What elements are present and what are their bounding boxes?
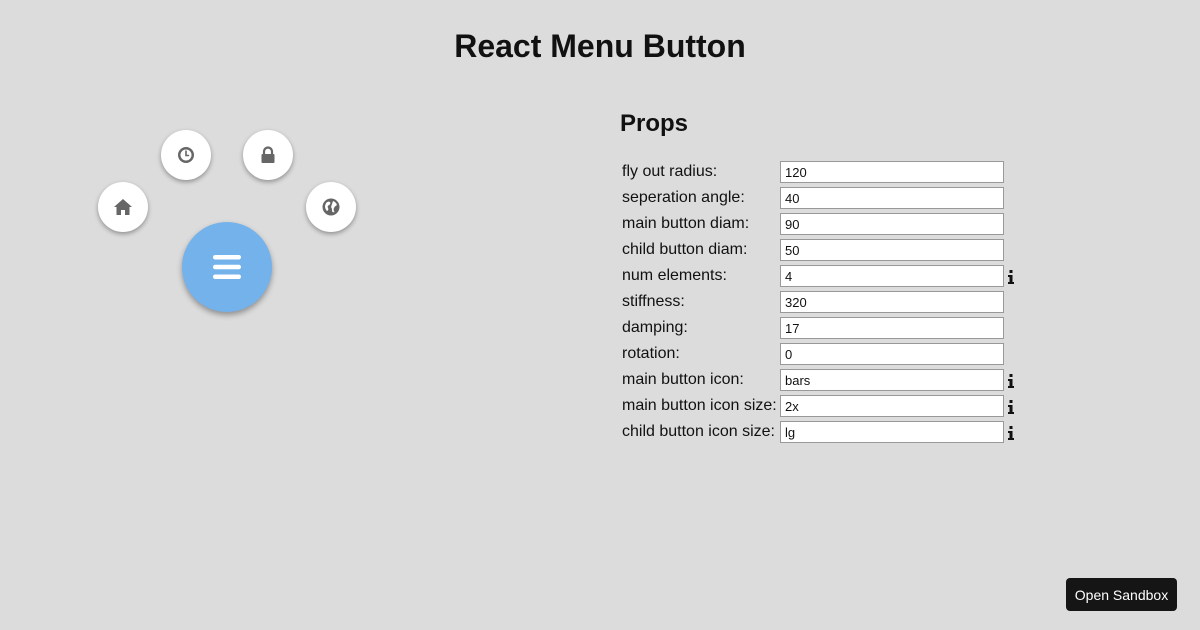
child-button-home[interactable] [98,182,148,232]
prop-label: main button icon: [622,371,744,388]
child-button-icon-size-input[interactable] [780,421,1004,443]
prop-label: damping: [622,319,688,336]
info-icon[interactable] [1008,426,1014,440]
num-elements-input[interactable] [780,265,1004,287]
globe-icon [322,198,340,216]
damping-input[interactable] [780,317,1004,339]
rotation-input[interactable] [780,343,1004,365]
main-menu-button[interactable] [182,222,272,312]
page-title: React Menu Button [454,28,746,64]
child-button-clock[interactable] [161,130,211,180]
prop-label: child button icon size: [622,423,775,440]
prop-label: stiffness: [622,293,685,310]
prop-label: main button diam: [622,215,750,232]
prop-label: main button icon size: [622,397,777,414]
info-icon[interactable] [1008,400,1014,414]
fly-out-radius-input[interactable] [780,161,1004,183]
info-icon[interactable] [1008,270,1014,284]
open-sandbox-button[interactable]: Open Sandbox [1066,578,1177,611]
prop-label: num elements: [622,267,727,284]
main-button-diam-input[interactable] [780,213,1004,235]
home-icon [114,199,132,215]
prop-label: fly out radius: [622,163,718,180]
main-button-icon-size-input[interactable] [780,395,1004,417]
clock-icon [178,147,194,163]
props-heading: Props [620,110,689,137]
bars-icon [213,255,241,279]
main-button-icon-input[interactable] [780,369,1004,391]
child-button-diam-input[interactable] [780,239,1004,261]
seperation-angle-input[interactable] [780,187,1004,209]
prop-label: child button diam: [622,241,748,258]
stiffness-input[interactable] [780,291,1004,313]
child-button-lock[interactable] [243,130,293,180]
prop-label: rotation: [622,345,680,362]
info-icon[interactable] [1008,374,1014,388]
lock-icon [261,146,275,163]
prop-label: seperation angle: [622,189,745,206]
child-button-globe[interactable] [306,182,356,232]
